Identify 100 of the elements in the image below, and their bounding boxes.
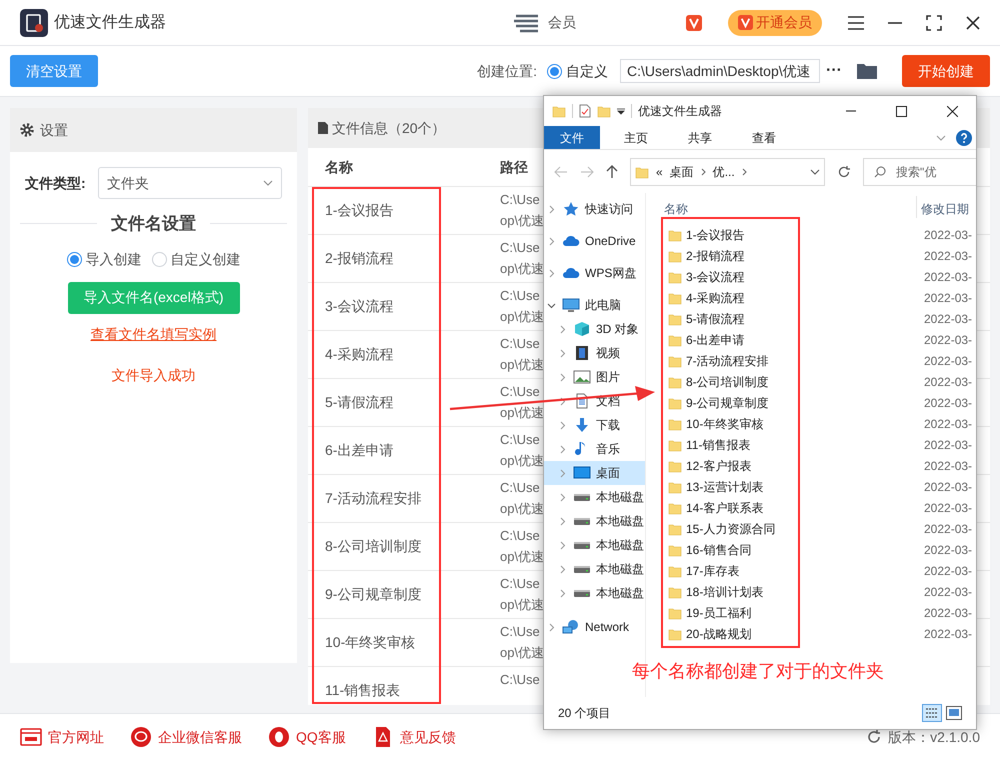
- table-cell-text: op\优速: [500, 644, 544, 662]
- file-name[interactable]: 20-战略规划: [686, 624, 752, 642]
- folder-icon: [668, 542, 682, 556]
- breadcrumb[interactable]: «: [656, 162, 663, 180]
- expand-chevron-icon[interactable]: [558, 396, 568, 406]
- expand-chevron-icon[interactable]: [547, 300, 557, 310]
- file-name[interactable]: 7-活动流程安排: [686, 352, 769, 370]
- folder-icon: [668, 332, 682, 346]
- start-button[interactable]: 开始创建: [902, 55, 990, 87]
- radio-label: 自定义: [566, 62, 608, 80]
- table-cell-text: 5-请假流程: [324, 393, 394, 412]
- menu-icon[interactable]: [848, 16, 864, 30]
- nav-item[interactable]: 本地磁盘: [544, 533, 645, 557]
- file-date: 2022-03-: [924, 562, 972, 580]
- fullscreen-icon[interactable]: [926, 14, 942, 30]
- file-name[interactable]: 18-培训计划表: [686, 582, 764, 600]
- nav-item[interactable]: 快速访问: [544, 197, 645, 221]
- file-type-select[interactable]: 文件夹: [98, 167, 282, 199]
- breadcrumb[interactable]: 优...: [712, 162, 735, 180]
- breadcrumb[interactable]: 桌面: [670, 162, 694, 180]
- file-name[interactable]: 4-采购流程: [686, 288, 745, 306]
- minimize-icon[interactable]: [846, 110, 856, 112]
- folder-icon[interactable]: [856, 62, 878, 80]
- vip-icon: [686, 14, 702, 30]
- footer-link[interactable]: 企业微信客服: [130, 726, 242, 748]
- nav-item[interactable]: 3D 对象: [544, 317, 645, 341]
- file-name[interactable]: 1-会议报告: [686, 226, 745, 244]
- address-bar[interactable]: « 桌面 优...: [630, 158, 825, 186]
- file-name[interactable]: 9-公司规章制度: [686, 394, 769, 412]
- preview-view-icon[interactable]: [946, 706, 962, 720]
- table-cell-text: 9-公司规章制度: [324, 585, 422, 604]
- table-cell-text: 10-年终奖审核: [324, 633, 416, 652]
- footer-link[interactable]: 官方网址: [20, 726, 104, 748]
- back-icon[interactable]: [554, 166, 568, 178]
- help-icon[interactable]: [956, 130, 972, 146]
- file-name[interactable]: 19-员工福利: [686, 604, 752, 622]
- table-cell-text: C:\Use: [500, 383, 541, 401]
- radio-button[interactable]: [547, 64, 562, 78]
- nav-item[interactable]: 视频: [544, 341, 645, 365]
- close-icon[interactable]: [966, 16, 980, 30]
- file-name[interactable]: 15-人力资源合同: [686, 520, 776, 538]
- file-date: 2022-03-: [924, 584, 972, 600]
- forward-icon[interactable]: [580, 166, 594, 178]
- file-date: 2022-03-: [924, 458, 972, 474]
- ribbon-tab[interactable]: 共享: [672, 126, 728, 149]
- folder-icon: [552, 104, 566, 118]
- nav-item[interactable]: 本地磁盘: [544, 485, 645, 509]
- radio-button[interactable]: [66, 252, 82, 266]
- file-name[interactable]: 6-出差申请: [686, 330, 745, 348]
- network-icon: [562, 619, 580, 635]
- file-name[interactable]: 17-库存表: [686, 562, 740, 580]
- nav-item[interactable]: 此电脑: [544, 293, 645, 317]
- file-name[interactable]: 12-客户报表: [686, 456, 752, 474]
- table-cell-text: C:\Use: [500, 239, 541, 257]
- file-name[interactable]: 14-客户联系表: [686, 498, 764, 516]
- table-cell-text: C:\Use: [500, 527, 541, 545]
- up-icon[interactable]: [606, 164, 618, 178]
- file-name[interactable]: 13-运营计划表: [686, 478, 764, 496]
- nav-item[interactable]: 音乐: [544, 437, 645, 461]
- nav-item[interactable]: 桌面: [544, 461, 645, 485]
- ribbon-tab[interactable]: 主页: [608, 126, 664, 149]
- film-icon: [573, 345, 591, 361]
- nav-item[interactable]: 本地磁盘: [544, 581, 645, 605]
- nav-item[interactable]: 图片: [544, 365, 645, 389]
- path-field[interactable]: C:\Users\admin\Desktop\优速: [620, 59, 820, 83]
- nav-item[interactable]: 本地磁盘: [544, 509, 645, 533]
- nav-item[interactable]: 下载: [544, 413, 645, 437]
- nav-item[interactable]: WPS网盘: [544, 261, 645, 285]
- file-name[interactable]: 16-销售合同: [686, 540, 752, 558]
- close-icon[interactable]: [947, 106, 958, 116]
- details-view-icon[interactable]: [922, 704, 942, 722]
- refresh-icon[interactable]: [837, 164, 851, 178]
- nav-item[interactable]: OneDrive: [544, 229, 645, 253]
- properties-icon[interactable]: [579, 104, 591, 118]
- ribbon-tab[interactable]: 文件: [544, 126, 600, 149]
- file-name[interactable]: 10-年终奖审核: [686, 414, 764, 432]
- file-name[interactable]: 8-公司培训制度: [686, 372, 769, 390]
- example-link[interactable]: 查看文件名填写实例: [90, 324, 216, 344]
- file-name[interactable]: 11-销售报表: [686, 436, 750, 454]
- file-name[interactable]: 3-会议流程: [686, 268, 745, 286]
- nav-item[interactable]: Network: [544, 615, 645, 639]
- footer-link[interactable]: QQ客服: [268, 726, 346, 748]
- file-name[interactable]: 5-请假流程: [686, 310, 745, 328]
- table-cell-text: 7-活动流程安排: [324, 489, 422, 508]
- table-cell-text: op\优速: [500, 356, 544, 374]
- footer-link[interactable]: 意见反馈: [372, 726, 456, 748]
- folder-icon: [668, 564, 682, 578]
- minimize-icon[interactable]: [888, 22, 902, 24]
- dropdown-icon[interactable]: [617, 107, 625, 115]
- radio-label: 自定义创建: [170, 250, 240, 268]
- more-button[interactable]: ···: [826, 59, 842, 83]
- table-cell-text: 11-销售报表: [324, 681, 402, 700]
- chevron-down-icon[interactable]: [810, 168, 820, 174]
- maximize-icon[interactable]: [896, 106, 907, 116]
- table-cell-text: op\优速: [500, 596, 544, 614]
- nav-item[interactable]: 本地磁盘: [544, 557, 645, 581]
- file-date: 2022-03-: [924, 332, 972, 348]
- search-field[interactable]: 搜索"优: [863, 158, 976, 186]
- file-name[interactable]: 2-报销流程: [686, 246, 745, 264]
- ribbon-tab[interactable]: 查看: [736, 126, 792, 149]
